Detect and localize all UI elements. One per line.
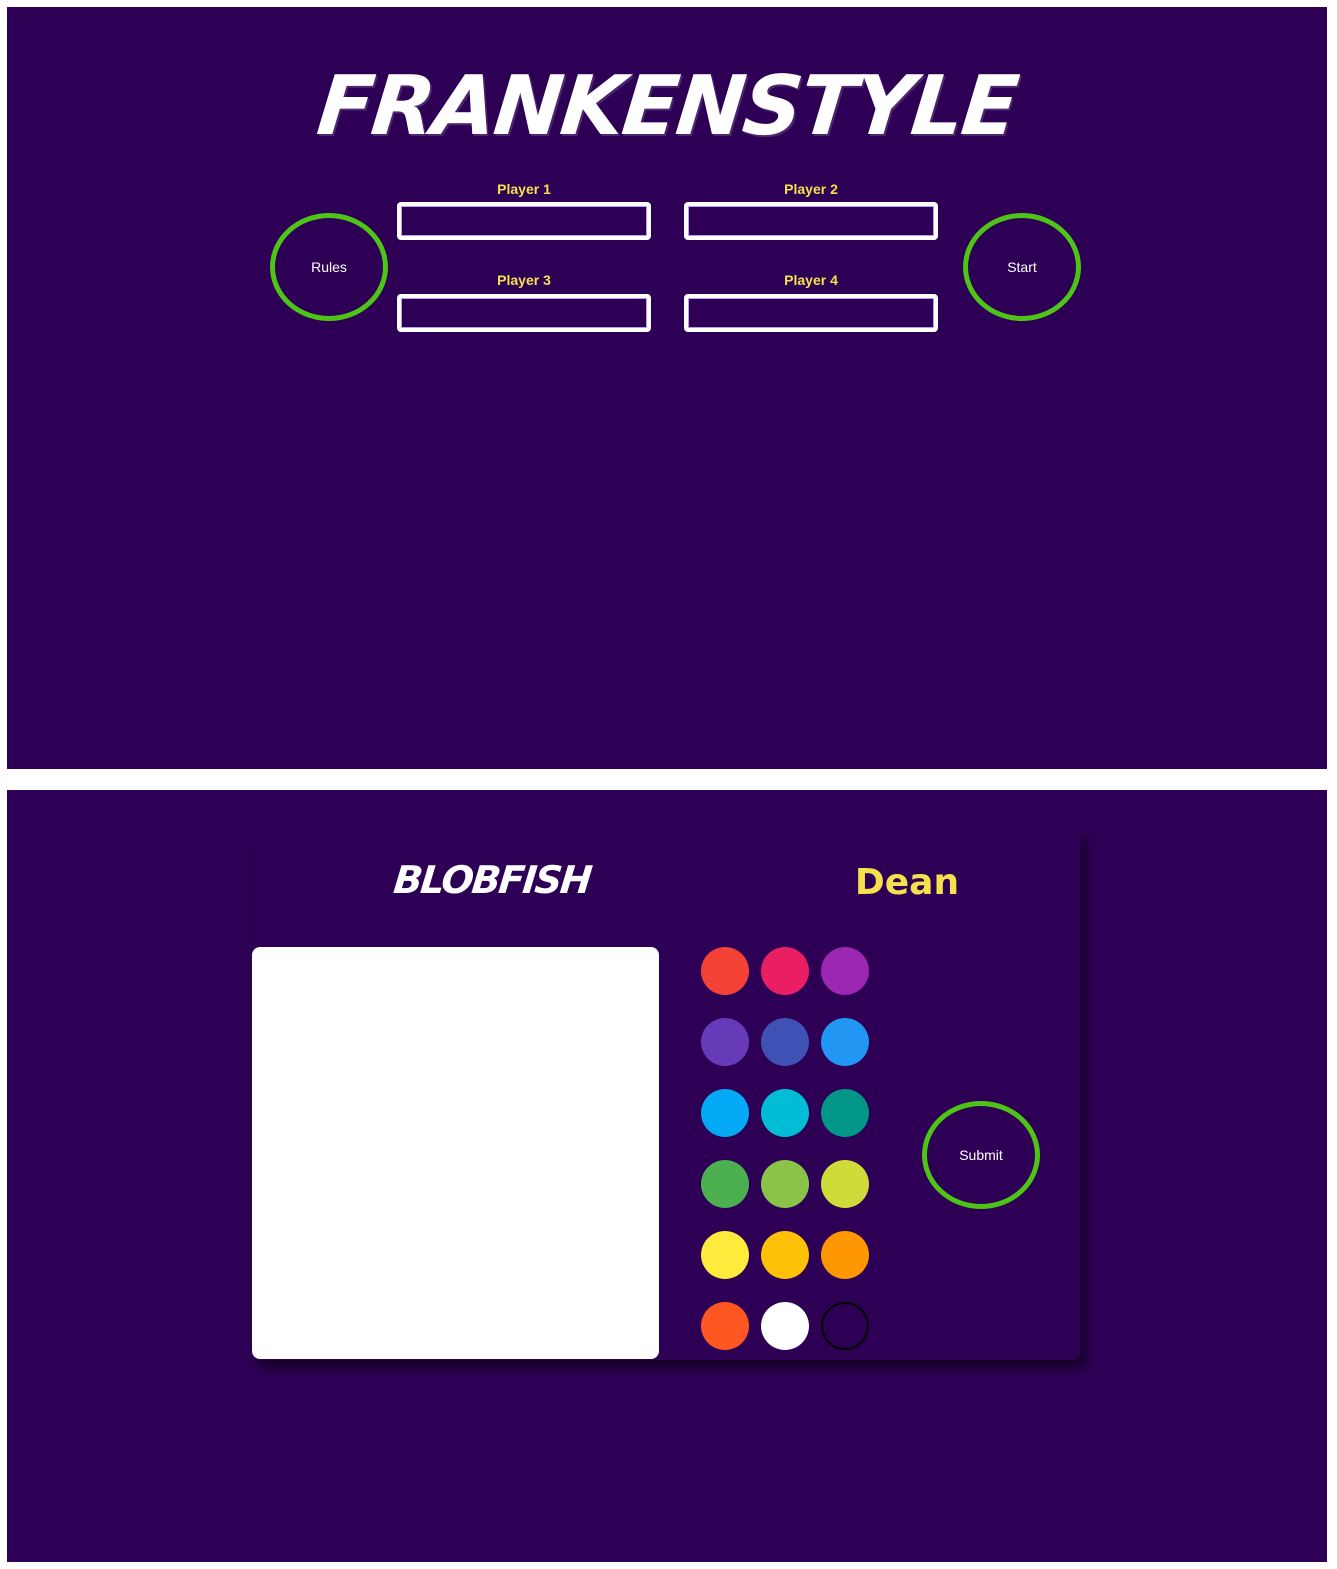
player-1-label: Player 1 [497, 181, 551, 197]
color-swatch[interactable] [701, 1089, 749, 1137]
color-swatch[interactable] [701, 1302, 749, 1350]
color-swatch[interactable] [821, 1018, 869, 1066]
drawing-prompt-word: BLOBFISH [391, 858, 593, 902]
color-swatch[interactable] [761, 1160, 809, 1208]
player-4-label: Player 4 [784, 272, 838, 288]
color-swatch[interactable] [761, 1018, 809, 1066]
player-4-input[interactable] [684, 294, 938, 332]
color-swatch[interactable] [761, 1302, 809, 1350]
drawing-canvas[interactable] [252, 947, 659, 1359]
current-player-name: Dean [854, 862, 960, 903]
color-swatch[interactable] [701, 1018, 749, 1066]
game-logo: FRANKENSTYLE [312, 59, 1022, 154]
rules-button[interactable]: Rules [270, 213, 388, 321]
color-swatch[interactable] [761, 947, 809, 995]
color-swatch[interactable] [701, 1160, 749, 1208]
color-swatch[interactable] [821, 1089, 869, 1137]
color-swatch[interactable] [701, 947, 749, 995]
color-swatch[interactable] [761, 1089, 809, 1137]
color-swatch[interactable] [821, 1231, 869, 1279]
drawing-screen: BLOBFISH Dean Submit [7, 790, 1327, 1562]
color-swatch[interactable] [761, 1231, 809, 1279]
start-button[interactable]: Start [963, 213, 1081, 321]
color-swatch[interactable] [821, 1160, 869, 1208]
player-2-input[interactable] [684, 202, 938, 240]
player-2-label: Player 2 [784, 181, 838, 197]
color-swatch[interactable] [821, 1302, 869, 1350]
player-3-input[interactable] [397, 294, 651, 332]
color-swatch[interactable] [701, 1231, 749, 1279]
color-swatch[interactable] [821, 947, 869, 995]
lobby-screen: FRANKENSTYLE Rules Player 1 Player 2 Pla… [7, 7, 1327, 769]
player-1-input[interactable] [397, 202, 651, 240]
submit-button[interactable]: Submit [922, 1101, 1040, 1209]
player-3-label: Player 3 [497, 272, 551, 288]
